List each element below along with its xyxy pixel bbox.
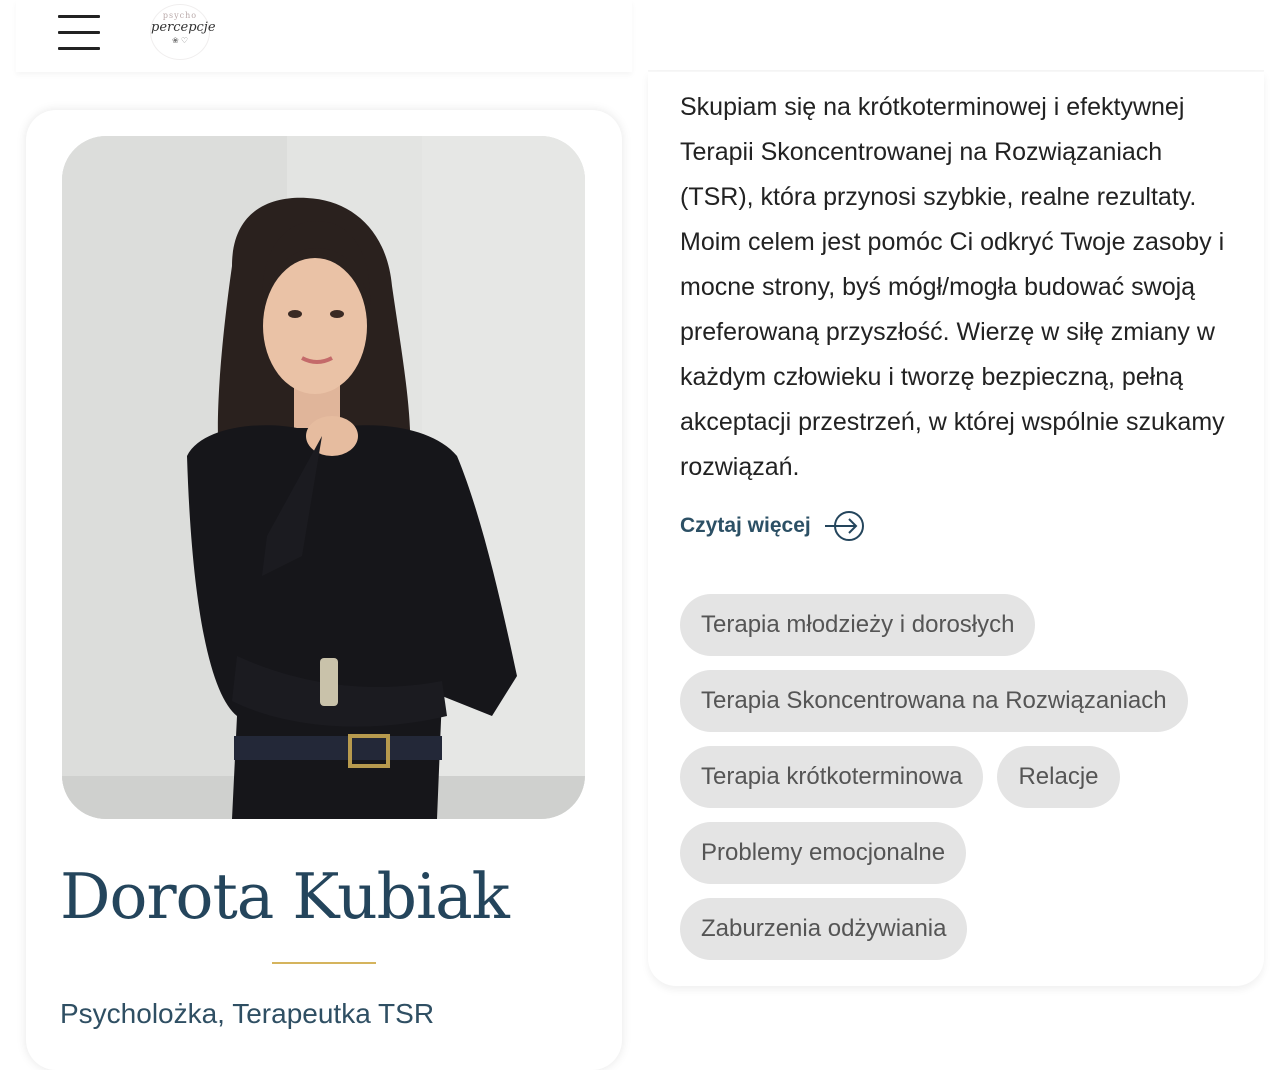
specialization-tags: Terapia młodzieży i dorosłych Terapia Sk… bbox=[680, 594, 1240, 974]
tag-row: Terapia krótkoterminowa Relacje bbox=[680, 746, 1240, 808]
tag-row: Terapia Skoncentrowana na Rozwiązaniach bbox=[680, 670, 1240, 732]
tag-emotional-problems[interactable]: Problemy emocjonalne bbox=[680, 822, 967, 884]
tag-row: Zaburzenia odżywiania bbox=[680, 898, 1240, 960]
tag-row: Terapia młodzieży i dorosłych bbox=[680, 594, 1240, 656]
hamburger-menu-icon[interactable] bbox=[58, 15, 100, 51]
left-panel: psycho percepcje ❀ ♡ Dorota Kubiak Psych… bbox=[0, 0, 640, 1070]
tag-relationships[interactable]: Relacje bbox=[997, 746, 1120, 808]
site-logo[interactable]: psycho percepcje ❀ ♡ bbox=[150, 4, 216, 60]
tag-short-term-therapy[interactable]: Terapia krótkoterminowa bbox=[680, 746, 984, 808]
therapist-name: Dorota Kubiak bbox=[60, 860, 510, 933]
logo-main-text: percepcje bbox=[151, 20, 216, 35]
tag-youth-adult-therapy[interactable]: Terapia młodzieży i dorosłych bbox=[680, 594, 1036, 656]
therapist-role: Psycholożka, Terapeutka TSR bbox=[60, 998, 435, 1029]
profile-card: Dorota Kubiak Psycholożka, Terapeutka TS… bbox=[26, 110, 622, 1070]
tag-solution-focused-therapy[interactable]: Terapia Skoncentrowana na Rozwiązaniach bbox=[680, 670, 1188, 732]
portrait-image bbox=[62, 136, 585, 819]
logo-small-text: psycho bbox=[162, 11, 198, 20]
right-panel: Skupiam się na krótkoterminowej i efekty… bbox=[640, 0, 1280, 1039]
tag-eating-disorders[interactable]: Zaburzenia odżywiania bbox=[680, 898, 968, 960]
bio-text: Skupiam się na krótkoterminowej i efekty… bbox=[680, 93, 1225, 481]
arrow-right-circle-icon bbox=[824, 511, 864, 541]
read-more-label: Czytaj więcej bbox=[680, 514, 811, 537]
profile-photo bbox=[62, 136, 585, 819]
name-divider bbox=[272, 962, 376, 964]
top-navigation-bar: psycho percepcje ❀ ♡ bbox=[16, 0, 632, 72]
read-more-link[interactable]: Czytaj więcej bbox=[680, 510, 867, 542]
logo-ornament-icon: ❀ ♡ bbox=[171, 36, 189, 45]
tag-row: Problemy emocjonalne bbox=[680, 822, 1240, 884]
